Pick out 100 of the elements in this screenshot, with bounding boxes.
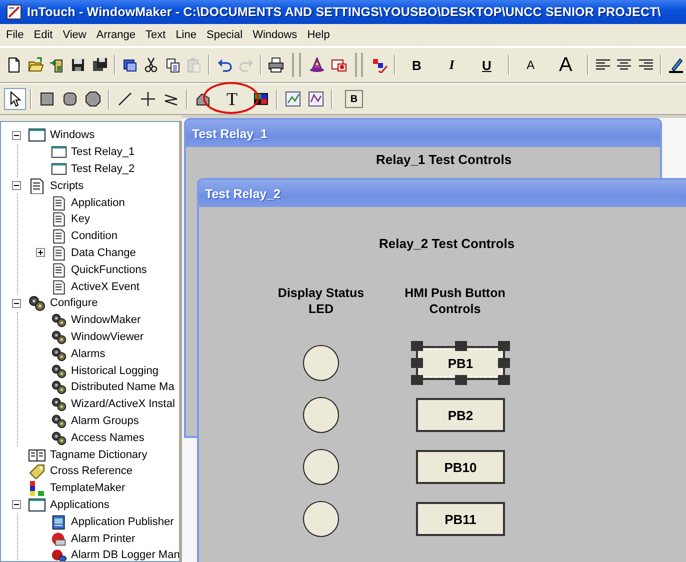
heading: Relay_1 Test Controls — [375, 151, 513, 167]
window-icon — [51, 144, 67, 160]
gears-icon — [51, 362, 67, 379]
tree-item[interactable]: Tagname Dictionary — [50, 448, 148, 461]
expand-toggle[interactable] — [12, 298, 21, 308]
column-heading: Display Status LED — [276, 285, 366, 317]
column-heading: HMI Push Button Controls — [404, 285, 506, 317]
window-properties-icon[interactable] — [122, 57, 138, 73]
tree-item[interactable]: Data Change — [71, 246, 136, 259]
colored-blocks-icon — [28, 480, 46, 496]
symbol-window-icon[interactable] — [330, 57, 347, 73]
menu-item[interactable]: Special — [206, 29, 249, 41]
wizard-hat-icon[interactable] — [309, 57, 326, 73]
toolbar-grip[interactable] — [292, 53, 302, 77]
line-tool-icon[interactable] — [117, 91, 133, 107]
tree-item[interactable]: Historical Logging — [71, 364, 158, 377]
document-icon — [28, 178, 46, 194]
menu-item[interactable]: Help — [307, 29, 336, 41]
publisher-icon — [51, 514, 67, 530]
menu-item[interactable]: Line — [176, 29, 202, 41]
menu-item[interactable]: View — [62, 29, 92, 41]
menu-item[interactable]: Windows — [252, 29, 304, 41]
menu-item[interactable]: Edit — [34, 29, 59, 41]
menu-item[interactable]: Text — [146, 29, 172, 41]
tree-item[interactable]: ActiveX Event — [71, 280, 140, 293]
chart-picture-icon[interactable] — [285, 91, 301, 107]
push-button[interactable]: PB11 — [416, 502, 505, 536]
gears-icon — [51, 328, 67, 345]
tree-item[interactable]: Distributed Name Ma — [71, 381, 174, 394]
scissors-icon[interactable] — [143, 57, 160, 73]
tree-item[interactable]: Alarm Groups — [71, 414, 139, 427]
new-page-icon[interactable] — [6, 57, 22, 73]
expand-toggle[interactable] — [36, 248, 45, 258]
tag-icon — [28, 463, 46, 480]
tree-item[interactable]: Application Publisher — [71, 516, 174, 528]
expand-toggle[interactable] — [12, 500, 21, 510]
tree-item[interactable]: Scripts — [50, 180, 84, 192]
tree-item[interactable]: Test Relay_2 — [71, 162, 135, 175]
push-button[interactable]: PB2 — [416, 398, 505, 432]
tree-item[interactable]: Applications — [50, 498, 110, 511]
expand-toggle[interactable] — [12, 181, 21, 190]
rectangle-tool-icon[interactable] — [39, 91, 55, 107]
tree-item[interactable]: QuickFunctions — [71, 264, 147, 276]
text-tool-button[interactable]: T — [221, 88, 243, 110]
tree-item[interactable]: Cross Reference — [50, 465, 133, 478]
tree-item[interactable]: WindowMaker — [71, 314, 141, 326]
larger-font-button[interactable]: A — [554, 54, 577, 76]
tree-item[interactable]: Condition — [71, 230, 118, 242]
book-icon — [28, 446, 46, 463]
open-folder-icon[interactable] — [28, 57, 44, 73]
gears-icon — [51, 412, 67, 429]
italic-button[interactable]: I — [440, 54, 463, 76]
button-tool-button[interactable]: B — [343, 88, 365, 110]
document-icon — [51, 278, 67, 295]
copy-icon[interactable] — [164, 57, 181, 73]
tree-item[interactable]: TemplateMaker — [50, 482, 126, 494]
tree-item[interactable]: Configure — [50, 297, 98, 310]
expand-toggle[interactable] — [12, 130, 21, 140]
rounded-rectangle-tool-icon[interactable] — [62, 91, 78, 107]
plus-line-tool-icon[interactable] — [140, 91, 156, 107]
document-icon — [51, 244, 67, 261]
chart-picture-icon[interactable] — [308, 91, 324, 107]
document-icon — [51, 211, 67, 228]
heading: Relay_2 Test Controls — [378, 235, 516, 251]
window-icon — [51, 160, 67, 177]
document-icon — [51, 262, 67, 278]
printer-icon[interactable] — [268, 57, 284, 73]
bold-button[interactable]: B — [406, 54, 428, 76]
document-icon — [51, 194, 67, 211]
undo-arrow-icon[interactable] — [216, 57, 233, 73]
tree-item[interactable]: Wizard/ActiveX Instal — [71, 398, 175, 410]
database-icon — [51, 547, 67, 561]
window-icon — [28, 496, 46, 513]
menu-item[interactable]: Arrange — [96, 29, 142, 41]
tree-item[interactable]: Application — [71, 196, 125, 209]
window-icon — [28, 127, 46, 144]
tree-item[interactable]: Alarm DB Logger Man — [71, 549, 179, 561]
tree-item[interactable]: Alarms — [71, 348, 106, 360]
menu-item[interactable]: File — [6, 29, 30, 41]
underline-button[interactable]: U — [476, 54, 498, 76]
tree-item[interactable]: Access Names — [71, 432, 144, 444]
push-button[interactable]: PB10 — [416, 450, 505, 484]
spell-check-icon[interactable] — [372, 57, 388, 73]
gears-icon — [28, 295, 46, 312]
window-title: InTouch - WindowMaker - C:\DOCUMENTS AND SETTINGS\YOUSBO\DESKTOP\UNCC SENIOR PROJECT\ — [27, 5, 661, 19]
tree-item[interactable]: WindowViewer — [71, 330, 144, 343]
smaller-font-button[interactable]: A — [520, 54, 542, 76]
pen-icon[interactable] — [668, 57, 684, 73]
floppy-disks-icon[interactable] — [92, 57, 108, 73]
octagon-tool-icon[interactable] — [85, 91, 101, 107]
import-icon[interactable] — [48, 57, 65, 73]
app-icon — [6, 4, 22, 20]
tree-item[interactable]: Key — [71, 213, 90, 226]
gears-icon — [51, 346, 67, 362]
tree-item[interactable]: Alarm Printer — [71, 532, 136, 545]
printer-icon — [51, 530, 67, 547]
tree-item[interactable]: Windows — [50, 129, 95, 142]
gears-icon — [51, 312, 67, 328]
tree-item[interactable]: Test Relay_1 — [71, 146, 135, 158]
toolbar-grip[interactable] — [354, 53, 364, 77]
